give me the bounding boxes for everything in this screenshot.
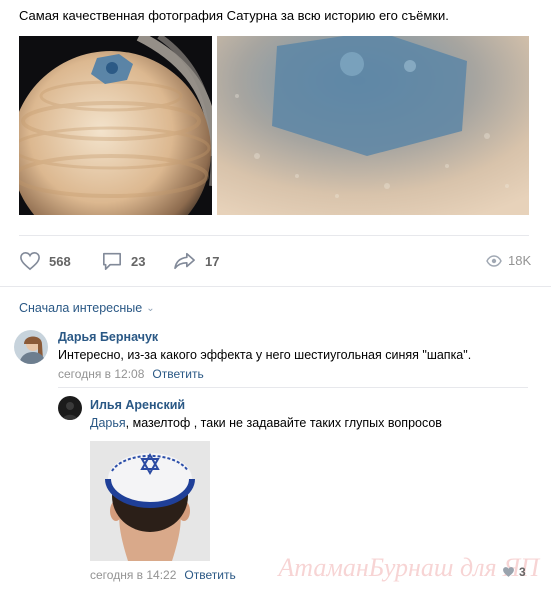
comments-divider — [0, 286, 551, 287]
post-photo-saturn-hexagon[interactable] — [217, 36, 529, 215]
eye-icon — [486, 254, 502, 267]
reply-like-count: 3 — [519, 565, 526, 579]
reply-body: , мазелтоф , таки не задавайте таких глу… — [125, 416, 442, 430]
share-button[interactable]: 17 — [173, 251, 219, 271]
comments-sort-label: Сначала интересные — [19, 301, 143, 315]
comment-time[interactable]: сегодня в 12:08 — [58, 367, 144, 381]
comments-sort-dropdown[interactable]: Сначала интересные ⌄ — [19, 301, 155, 315]
chevron-down-icon: ⌄ — [146, 302, 155, 314]
reply-time[interactable]: сегодня в 14:22 — [90, 568, 176, 582]
views-counter: 18K — [486, 253, 531, 268]
avatar[interactable] — [14, 330, 48, 364]
heart-icon — [503, 567, 514, 577]
post-divider — [19, 235, 529, 236]
post-text: Самая качественная фотография Сатурна за… — [19, 8, 449, 23]
reply-button[interactable]: Ответить — [152, 367, 203, 381]
comment-meta: сегодня в 12:08 Ответить — [58, 367, 204, 381]
heart-icon — [20, 251, 40, 271]
avatar[interactable] — [58, 396, 82, 420]
reply-photo-kippah[interactable] — [90, 441, 210, 561]
views-count: 18K — [508, 253, 532, 268]
comment-button[interactable]: 23 — [101, 251, 145, 271]
reply-like-button[interactable]: 3 — [502, 565, 526, 579]
share-icon — [174, 252, 195, 270]
watermark: АтаманБурнаш для ЯП — [278, 553, 539, 582]
comment-count: 23 — [131, 253, 146, 269]
reply-button[interactable]: Ответить — [184, 568, 235, 582]
comment-author[interactable]: Дарья Берначук — [58, 330, 158, 344]
reply-mention-link[interactable]: Дарья — [90, 416, 126, 430]
comment-divider — [58, 387, 528, 388]
like-button[interactable]: 568 — [19, 251, 71, 271]
post-photo-saturn-full[interactable] — [19, 36, 212, 215]
comment-icon — [103, 252, 121, 270]
reply-meta: сегодня в 14:22 Ответить — [90, 568, 236, 582]
like-count: 568 — [49, 253, 71, 269]
comment-text: Интересно, из-за какого эффекта у него ш… — [58, 348, 472, 362]
share-count: 17 — [205, 253, 220, 269]
reply-author[interactable]: Илья Аренский — [90, 398, 185, 412]
reply-text: Дарья, мазелтоф , таки не задавайте таки… — [90, 416, 442, 430]
